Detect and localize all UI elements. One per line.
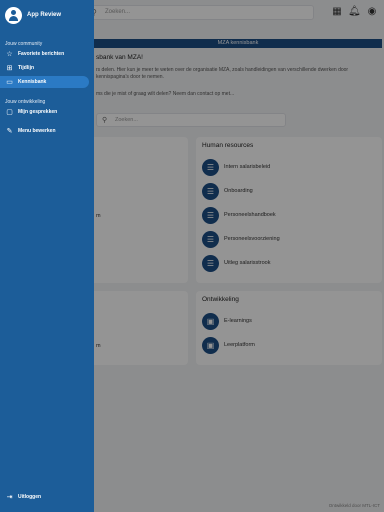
- avatar[interactable]: [5, 7, 22, 24]
- nav-item-label: Mijn gesprekken: [18, 109, 58, 115]
- book-icon: ▭: [6, 79, 13, 86]
- nav-item-conversations[interactable]: ▢ Mijn gesprekken: [0, 106, 89, 118]
- nav-item-label: Kennisbank: [18, 79, 47, 85]
- star-icon: ☆: [6, 51, 13, 58]
- nav-item-timeline[interactable]: ⊞ Tijdlijn: [0, 62, 89, 74]
- nav-item-label: Favoriete berichten: [18, 51, 65, 57]
- nav-item-logout[interactable]: ⇥ Uitloggen: [0, 491, 89, 503]
- nav-item-label: Menu bewerken: [18, 128, 56, 134]
- nav-item-label: Tijdlijn: [18, 65, 35, 71]
- nav-item-label: Uitloggen: [18, 494, 42, 500]
- navigation-drawer: App Review Jouw community ☆ Favoriete be…: [0, 0, 94, 512]
- app-title: App Review: [27, 12, 62, 18]
- section-header-development: Jouw ontwikkeling: [5, 99, 46, 105]
- chat-icon: ▢: [6, 109, 13, 116]
- nav-item-favorites[interactable]: ☆ Favoriete berichten: [0, 48, 89, 60]
- nav-item-kennisbank[interactable]: ▭ Kennisbank: [0, 76, 89, 88]
- logout-icon: ⇥: [6, 494, 13, 501]
- nav-item-edit-menu[interactable]: ✎ Menu bewerken: [0, 125, 89, 137]
- section-header-community: Jouw community: [5, 41, 43, 47]
- map-icon: ⊞: [6, 65, 13, 72]
- pencil-icon: ✎: [6, 128, 13, 135]
